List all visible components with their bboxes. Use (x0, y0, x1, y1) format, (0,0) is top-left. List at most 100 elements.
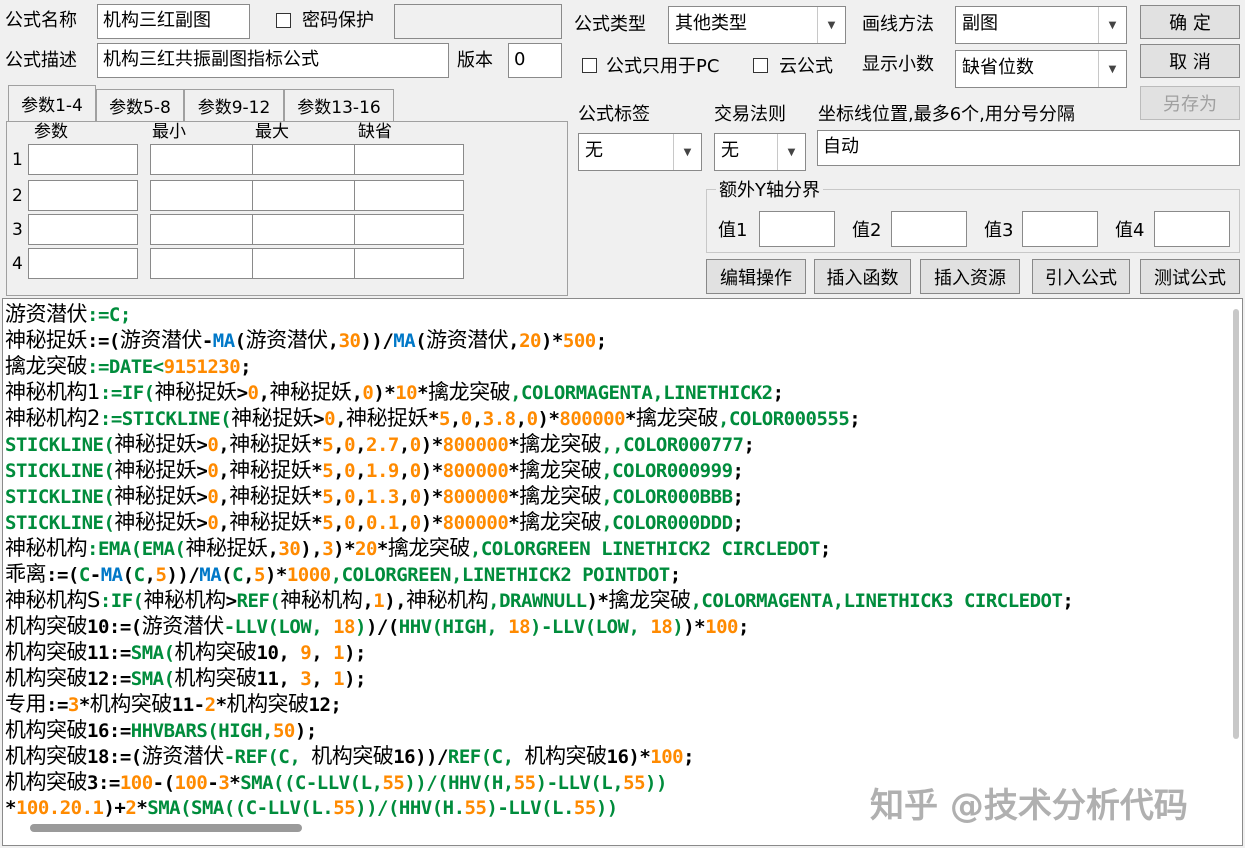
y3-input[interactable] (1022, 211, 1098, 247)
code-token: -( (152, 772, 175, 794)
code-token: 10, (256, 642, 301, 664)
param-cell[interactable] (252, 180, 362, 211)
code-token: 18 (650, 616, 673, 638)
trade-rule-select[interactable]: 无 ▼ (714, 133, 806, 171)
insert-resource-button[interactable]: 插入资源 (920, 259, 1020, 294)
password-input[interactable] (394, 4, 562, 39)
param-cell[interactable] (28, 144, 138, 175)
chevron-down-icon[interactable]: ▼ (1098, 7, 1126, 43)
param-cell[interactable] (150, 180, 260, 211)
param-cell[interactable] (150, 248, 260, 279)
code-token: ,DRAWNULL (488, 590, 587, 612)
code-token: > (236, 382, 248, 404)
param-row-number: 3 (12, 220, 23, 240)
horizontal-scrollbar[interactable] (30, 824, 302, 832)
vertical-scrollbar-track[interactable] (1228, 299, 1242, 845)
param-cell[interactable] (354, 248, 464, 279)
param-cell[interactable] (354, 180, 464, 211)
pc-only-label: 公式只用于PC (606, 56, 720, 77)
chevron-down-icon[interactable]: ▼ (817, 7, 845, 43)
code-line: 机构突破11:=SMA(机构突破10, 9, 1); (5, 639, 1073, 665)
formula-name-input[interactable]: 机构三红副图 (97, 4, 250, 39)
code-token: 5 (155, 564, 167, 586)
tab-params-13-16[interactable]: 参数13-16 (284, 89, 394, 121)
param-header-default: 缺省 (358, 122, 392, 142)
param-cell[interactable] (28, 180, 138, 211)
ok-button[interactable]: 确 定 (1140, 5, 1240, 39)
code-token: 0 (344, 486, 356, 508)
decimals-select[interactable]: 缺省位数 ▼ (955, 50, 1127, 88)
coord-lines-input[interactable]: 自动 (817, 130, 1240, 166)
password-label: 密码保护 (302, 10, 374, 31)
code-token: ,COLORMAGENTA,LINETHICK2 (510, 382, 773, 404)
param-cell[interactable] (150, 214, 260, 245)
y1-input[interactable] (759, 211, 835, 247)
formula-type-select[interactable]: 其他类型 ▼ (668, 6, 846, 44)
code-token: 0 (207, 460, 219, 482)
code-token: 0.1 (366, 512, 399, 534)
pc-only-checkbox[interactable] (582, 58, 597, 73)
edit-operation-button[interactable]: 编辑操作 (706, 259, 806, 294)
code-token: 30 (338, 330, 361, 352)
cancel-button[interactable]: 取 消 (1140, 44, 1240, 78)
code-token: 3 (67, 694, 79, 716)
y2-input[interactable] (891, 211, 967, 247)
code-token: 500 (562, 330, 596, 352)
param-cell[interactable] (150, 144, 260, 175)
param-cell[interactable] (28, 214, 138, 245)
chevron-down-icon[interactable]: ▼ (673, 134, 701, 170)
y4-input[interactable] (1154, 211, 1230, 247)
code-token: 11- (171, 694, 205, 716)
chevron-down-icon[interactable]: ▼ (1098, 51, 1126, 87)
code-token: 擒龙突破 (5, 354, 88, 378)
param-cell[interactable] (354, 144, 464, 175)
code-token: ) (354, 616, 366, 638)
tab-params-5-8[interactable]: 参数5-8 (96, 89, 184, 121)
code-token: > (196, 434, 208, 456)
save-as-button[interactable]: 另存为 (1140, 86, 1240, 120)
code-token: 游资潜伏 (426, 328, 509, 352)
vertical-scrollbar[interactable] (1233, 309, 1239, 739)
code-token: - (207, 772, 219, 794)
param-cell[interactable] (252, 214, 362, 245)
insert-function-button[interactable]: 插入函数 (814, 259, 911, 294)
param-cell[interactable] (354, 214, 464, 245)
code-line: 机构突破18:=(游资潜伏-REF(C, 机构突破16))/REF(C, 机构突… (5, 743, 1073, 769)
param-cell[interactable] (252, 248, 362, 279)
code-token: :=C; (87, 304, 131, 326)
coord-lines-label: 坐标线位置,最多6个,用分号分隔 (818, 104, 1075, 125)
password-checkbox[interactable] (276, 13, 291, 28)
import-formula-button[interactable]: 引入公式 (1032, 259, 1130, 294)
tab-params-9-12[interactable]: 参数9-12 (184, 89, 284, 121)
code-token: , (218, 460, 230, 482)
code-token: 神秘捉妖 (229, 510, 312, 534)
code-token: ; (732, 512, 744, 534)
code-token: ,COLOR000555 (718, 408, 850, 430)
code-token: ; (595, 330, 607, 352)
code-token: * (311, 460, 323, 482)
code-token: ), (384, 590, 407, 612)
chevron-down-icon[interactable]: ▼ (777, 134, 805, 170)
code-token: 2.7 (366, 434, 399, 456)
version-input[interactable]: 0 (508, 43, 562, 78)
formula-tag-select[interactable]: 无 ▼ (578, 133, 702, 171)
code-line: 机构突破12:=SMA(机构突破11, 3, 1); (5, 665, 1073, 691)
code-token: * (417, 382, 429, 404)
tab-params-1-4[interactable]: 参数1-4 (8, 85, 96, 121)
y4-label: 值4 (1115, 220, 1145, 241)
code-token: 神秘捉妖 (114, 458, 197, 482)
draw-method-select[interactable]: 副图 ▼ (955, 6, 1127, 44)
code-token: )* (420, 512, 443, 534)
code-token: 神秘机构 (5, 536, 88, 560)
param-cell[interactable] (28, 248, 138, 279)
test-formula-button[interactable]: 测试公式 (1140, 259, 1240, 294)
formula-desc-input[interactable]: 机构三红共振副图指标公式 (97, 43, 449, 78)
code-line: 专用:=3*机构突破11-2*机构突破12; (5, 691, 1073, 717)
cloud-formula-checkbox[interactable] (753, 58, 768, 73)
param-cell[interactable] (252, 144, 362, 175)
code-token: )* (540, 330, 563, 352)
formula-code-editor[interactable]: 游资潜伏:=C; 神秘捉妖:=(游资潜伏-MA(游资潜伏,30))/MA(游资潜伏… (2, 298, 1243, 846)
code-token: 800000 (442, 460, 509, 482)
code-line: 乖离:=(C-MA(C,5))/MA(C,5)*1000,COLORGREEN,… (5, 561, 1073, 587)
code-token: 神秘捉妖 (229, 432, 312, 456)
